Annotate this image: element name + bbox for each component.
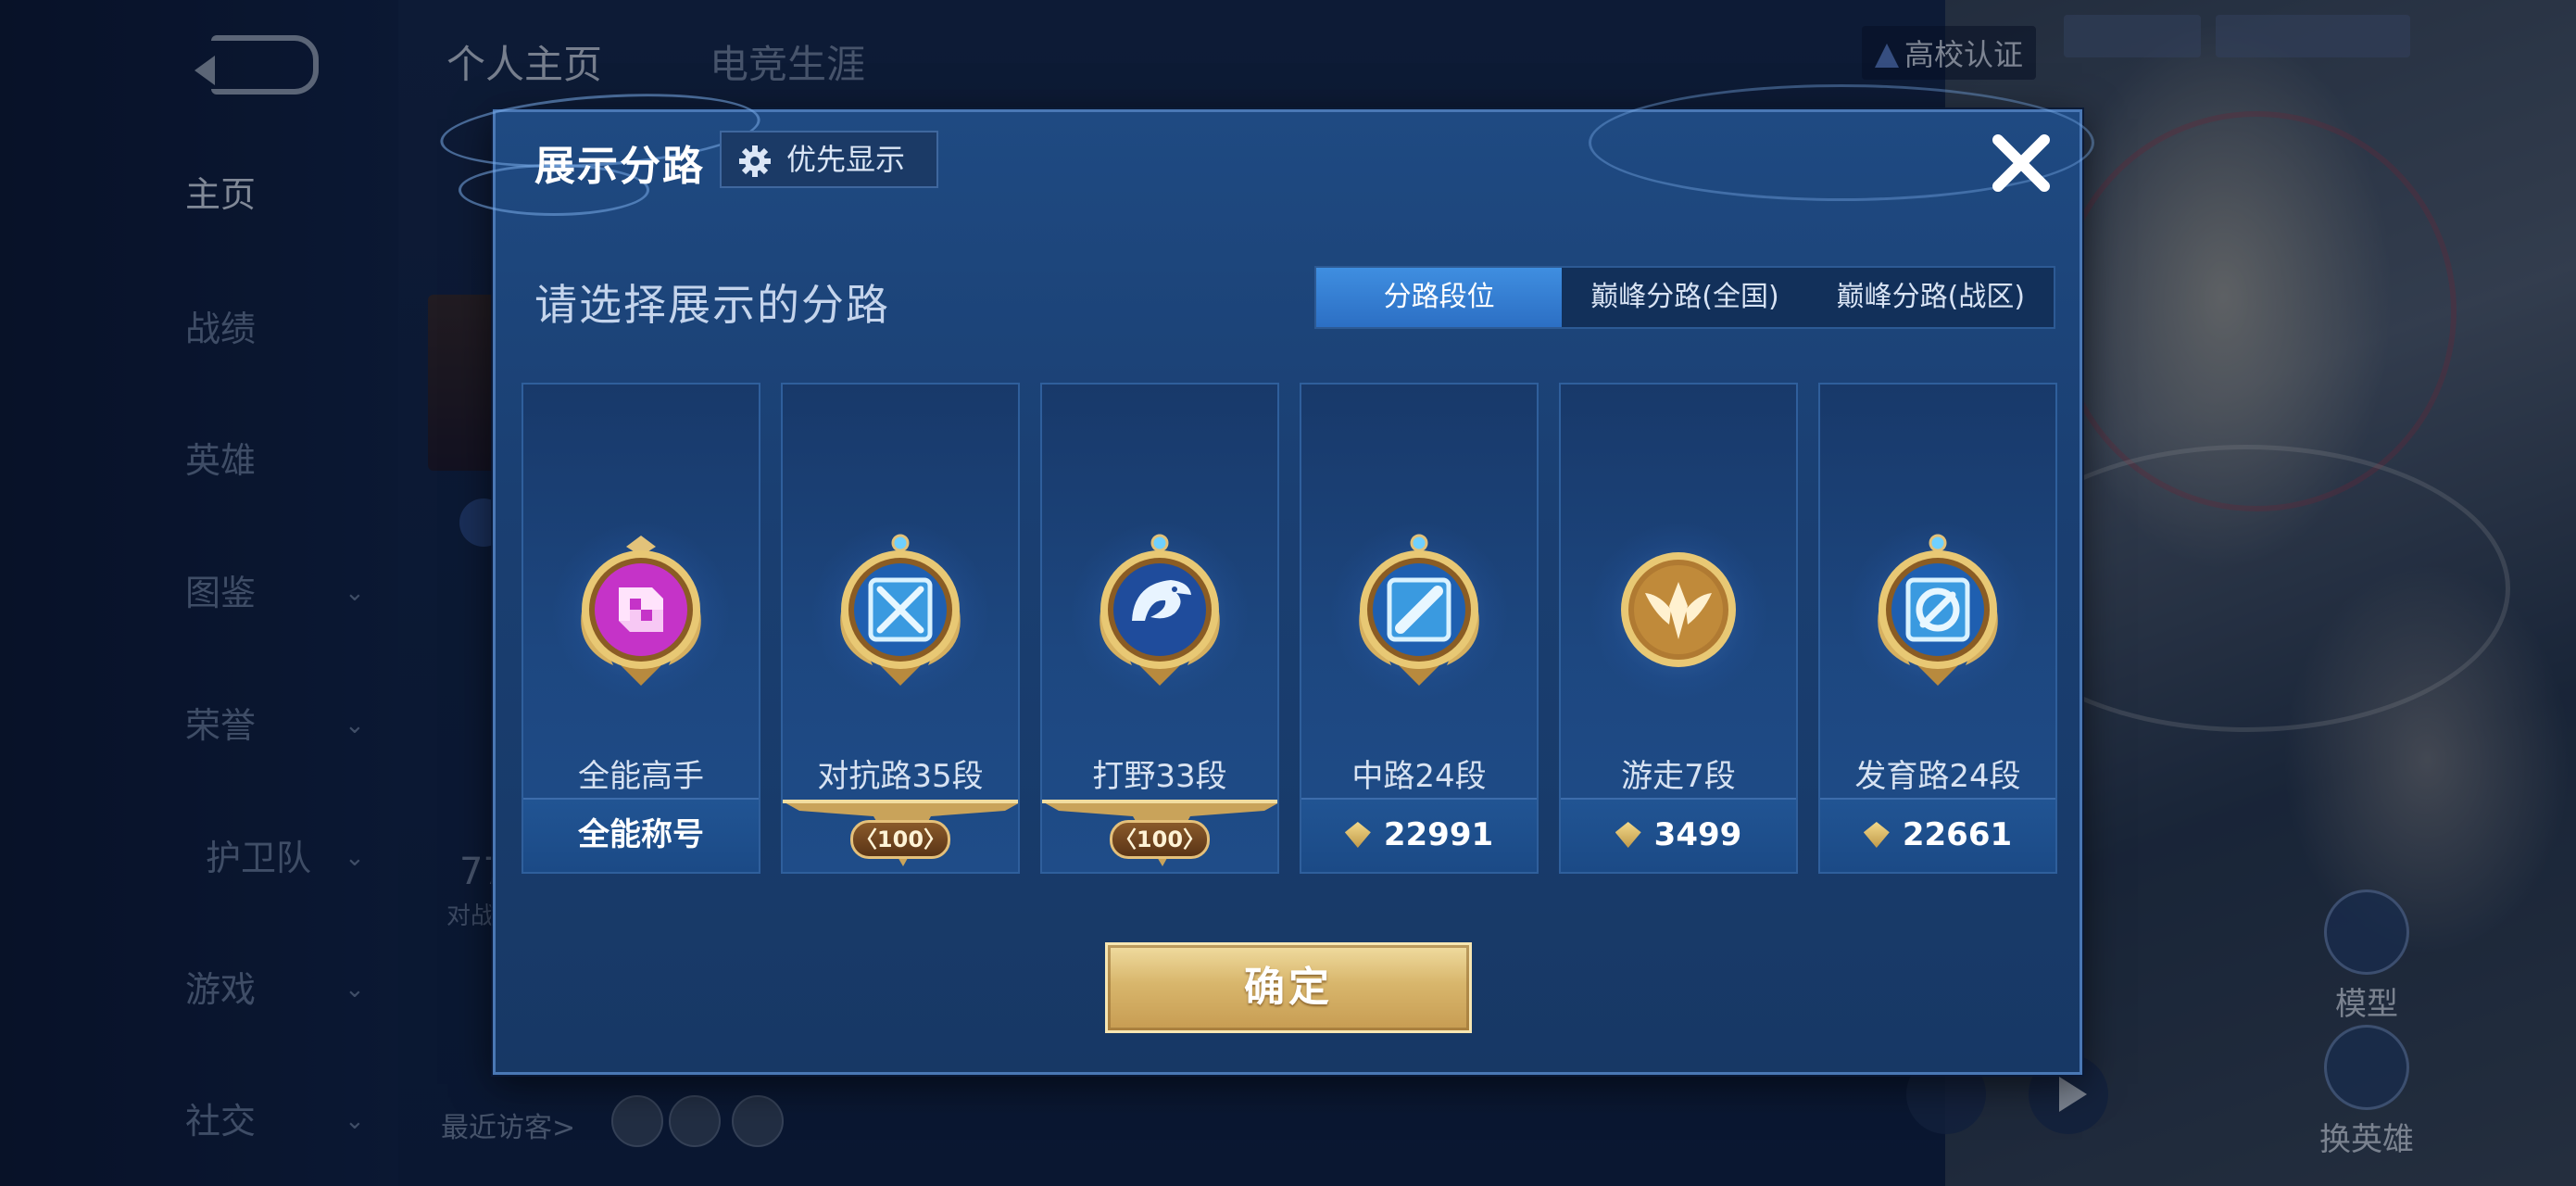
lane-title-footer: 全能称号 [523,798,759,872]
priority-display-button[interactable]: 优先显示 [720,131,938,188]
lane-name: 游走7段 [1621,758,1736,795]
lane-card-clash-lane[interactable]: 对抗路35段 〈100〉 [781,383,1020,874]
lane-card-roam[interactable]: 游走7段 3499 [1559,383,1798,874]
lane-card-farm-lane[interactable]: 发育路24段 22661 [1818,383,2057,874]
farm-lane-emblem-icon [1878,534,1998,686]
lane-name: 对抗路35段 [817,758,984,795]
tab-peak-lane-region[interactable]: 巅峰分路(战区) [1808,268,2054,327]
lane-tabs: 分路段位 巅峰分路(全国) 巅峰分路(战区) [1314,266,2055,329]
lane-card-mid-lane[interactable]: 中路24段 22991 [1300,383,1539,874]
peak-score-footer: 3499 [1561,798,1796,872]
jungle-emblem-icon [1100,534,1220,686]
peak-score-footer: 22991 [1301,798,1537,872]
lane-card-all-round[interactable]: 全能高手 全能称号 [521,383,760,874]
diamond-icon [1863,822,1890,848]
gear-icon [739,145,771,177]
lane-name: 全能高手 [578,758,704,795]
tab-lane-rank[interactable]: 分路段位 [1316,268,1563,327]
lane-name: 中路24段 [1351,758,1487,795]
peak-score-footer: 22661 [1820,798,2055,872]
lane-display-dialog: 展示分路 优先显示 请选择展示的分路 分路段位 巅峰分路(全国) 巅峰分路(战区… [437,84,2094,1075]
diamond-icon [1344,822,1371,848]
level-100-badge: 〈100〉 [850,820,950,859]
close-icon[interactable] [1979,121,2063,205]
clash-lane-emblem-icon [840,534,961,686]
diamond-icon [1615,822,1641,848]
tab-peak-lane-national[interactable]: 巅峰分路(全国) [1562,268,1807,327]
lane-card-jungle[interactable]: 打野33段 〈100〉 [1040,383,1279,874]
dialog-title: 展示分路 [534,143,705,190]
confirm-button[interactable]: 确定 [1105,942,1472,1033]
lane-name: 发育路24段 [1854,758,2021,795]
dialog-subtitle: 请选择展示的分路 [534,280,890,330]
mid-lane-emblem-icon [1359,534,1479,686]
lane-name: 打野33段 [1092,758,1227,795]
all-round-emblem-icon [581,536,701,686]
level-100-badge: 〈100〉 [1110,820,1210,859]
roam-emblem-icon [1621,552,1736,667]
